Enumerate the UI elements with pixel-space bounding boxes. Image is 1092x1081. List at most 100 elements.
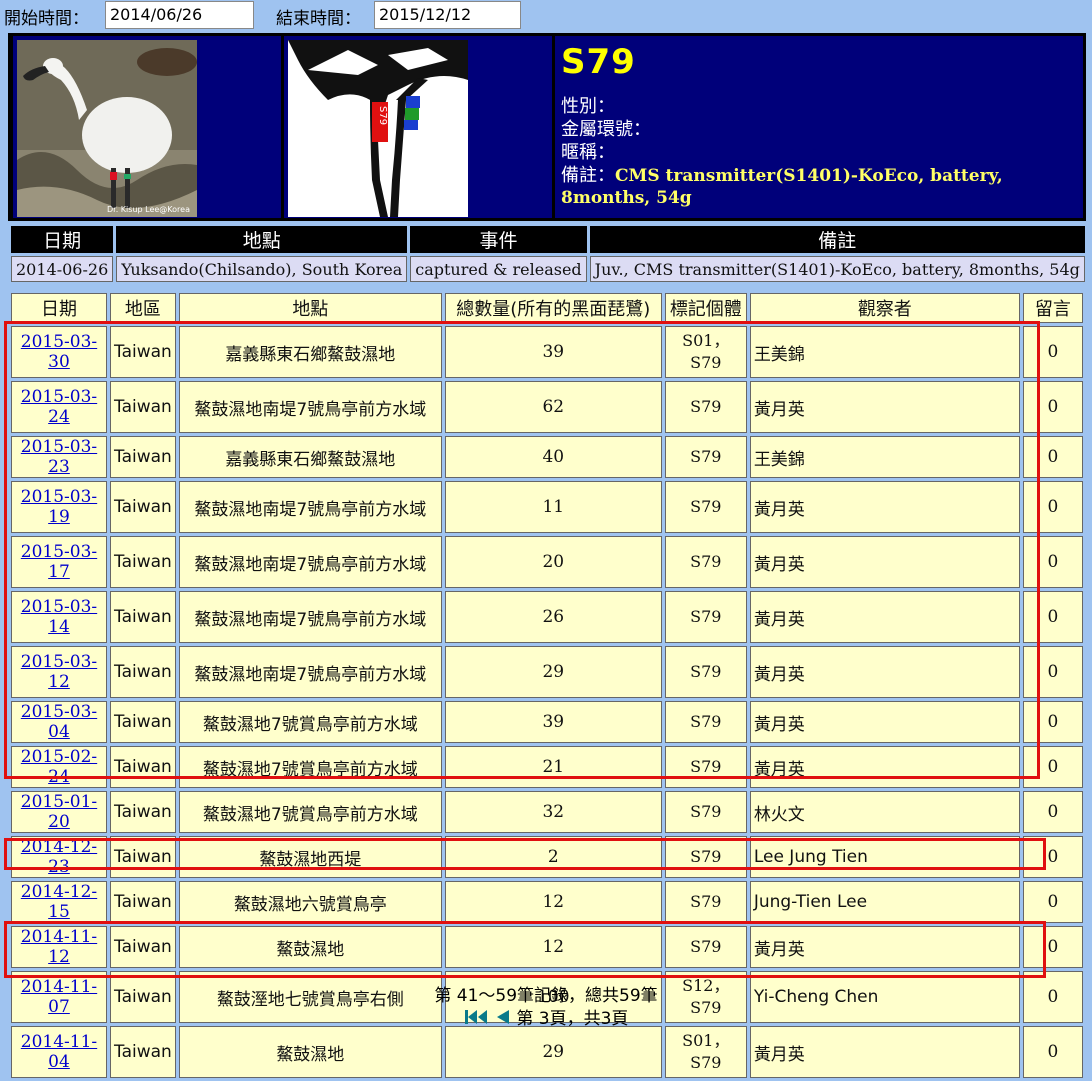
observation-comment-count: 0 [1022, 646, 1083, 698]
end-date-label: 結束時間： [276, 9, 361, 29]
header-total-count: 總數量(所有的黑面琵鷺) [444, 293, 662, 323]
observation-date-link[interactable]: 2015-03-19 [21, 487, 97, 527]
observation-observer: 黃月英 [749, 701, 1020, 743]
header-region: 地區 [110, 293, 176, 323]
observation-region: Taiwan [110, 436, 176, 478]
observation-date-link[interactable]: 2015-03-04 [21, 702, 97, 742]
observation-comment-count: 0 [1022, 436, 1083, 478]
observation-region: Taiwan [110, 701, 176, 743]
observation-marked-birds: S79 [664, 746, 747, 788]
observation-date-cell: 2014-12-23 [11, 836, 107, 878]
observation-date-link[interactable]: 2014-11-04 [21, 1032, 97, 1072]
first-page-icon[interactable] [464, 1008, 488, 1031]
observation-marked-birds: S79 [664, 701, 747, 743]
observation-row: 2015-01-20 Taiwan 鰲鼓濕地7號賞鳥亭前方水域 32 S79 林火文 0 [11, 791, 1083, 833]
observation-date-link[interactable]: 2015-03-30 [21, 332, 97, 372]
observation-comment-count: 0 [1022, 591, 1083, 643]
observation-date-link[interactable]: 2014-12-15 [21, 882, 97, 922]
note-value: CMS transmitter(S1401)-KoEco, battery, 8… [561, 166, 1003, 208]
event-header-note: 備註 [589, 226, 1085, 253]
event-header-date: 日期 [11, 226, 114, 253]
observation-location: 鰲鼓濕地南堤7號鳥亭前方水域 [178, 646, 442, 698]
observation-total-count: 39 [444, 701, 662, 743]
leg-band-diagram-image: S79 [288, 40, 468, 217]
end-date-input[interactable]: 2015/12/12 [374, 1, 521, 29]
observation-comment-count: 0 [1022, 791, 1083, 833]
observation-row: 2015-03-19 Taiwan 鰲鼓濕地南堤7號鳥亭前方水域 11 S79 黃月英 0 [11, 481, 1083, 533]
observation-region: Taiwan [110, 926, 176, 968]
observation-row: 2015-03-04 Taiwan 鰲鼓濕地7號賞鳥亭前方水域 39 S79 黃月英 0 [11, 701, 1083, 743]
observation-location: 鰲鼓濕地7號賞鳥亭前方水域 [178, 791, 442, 833]
observation-location: 鰲鼓濕地六號賞鳥亭 [178, 881, 442, 923]
observation-row: 2015-02-24 Taiwan 鰲鼓濕地7號賞鳥亭前方水域 21 S79 黃月英 0 [11, 746, 1083, 788]
observation-comment-count: 0 [1022, 481, 1083, 533]
observation-region: Taiwan [110, 1026, 176, 1078]
sex-label: 性別： [561, 96, 615, 117]
note-row: 備註：CMS transmitter(S1401)-KoEco, battery… [561, 161, 1083, 208]
spoonbill-photo-image: Dr. Kisup Lee@Korea [17, 40, 197, 217]
observation-date-link[interactable]: 2015-03-14 [21, 597, 97, 637]
observation-date-link[interactable]: 2015-02-24 [21, 747, 97, 787]
record-count-text: 第 41～59筆記錄，總共59筆 [434, 986, 658, 1006]
prev-page-icon[interactable] [493, 1008, 511, 1031]
observation-date-cell: 2015-03-14 [11, 591, 107, 643]
observation-date-cell: 2014-12-15 [11, 881, 107, 923]
observation-comment-count: 0 [1022, 1026, 1083, 1078]
observation-total-count: 11 [444, 481, 662, 533]
observation-date-link[interactable]: 2015-03-17 [21, 542, 97, 582]
observation-row: 2014-11-12 Taiwan 鰲鼓濕地 12 S79 黃月英 0 [11, 926, 1083, 968]
observation-date-cell: 2015-01-20 [11, 791, 107, 833]
bird-details-cell: S79 性別： 金屬環號： 暱稱： 備註：CMS transmitter(S14… [555, 36, 1083, 218]
observation-observer: 黃月英 [749, 926, 1020, 968]
event-header-row: 日期 地點 事件 備註 [11, 226, 1085, 253]
observation-location: 嘉義縣東石鄉鰲鼓濕地 [178, 436, 442, 478]
observation-total-count: 2 [444, 836, 662, 878]
event-row: 2014-06-26 Yuksando(Chilsando), South Ko… [11, 256, 1085, 282]
observation-region: Taiwan [110, 381, 176, 433]
date-filter-bar: 開始時間： 2014/06/26 結束時間： 2015/12/12 [0, 0, 1092, 32]
observation-location: 嘉義縣東石鄉鰲鼓濕地 [178, 326, 442, 378]
observation-marked-birds: S79 [664, 591, 747, 643]
observation-observer: 黃月英 [749, 646, 1020, 698]
pagination: 第 3頁，共3頁 [0, 1004, 1092, 1031]
observation-region: Taiwan [110, 646, 176, 698]
observation-row: 2014-12-23 Taiwan 鰲鼓濕地西堤 2 S79 Lee Jung Tien 0 [11, 836, 1083, 878]
band-diagram-cell: S79 [284, 36, 552, 218]
observation-row: 2015-03-12 Taiwan 鰲鼓濕地南堤7號鳥亭前方水域 29 S79 黃月英 0 [11, 646, 1083, 698]
observation-marked-birds: S01，S79 [664, 326, 747, 378]
event-date: 2014-06-26 [11, 256, 114, 282]
observation-date-link[interactable]: 2015-03-12 [21, 652, 97, 692]
observation-row: 2015-03-14 Taiwan 鰲鼓濕地南堤7號鳥亭前方水域 26 S79 黃月英 0 [11, 591, 1083, 643]
observation-observer: 黃月英 [749, 746, 1020, 788]
observation-date-link[interactable]: 2014-12-23 [21, 837, 97, 877]
event-header-location: 地點 [116, 226, 408, 253]
band-diagram: S79 [288, 40, 468, 217]
nickname-label: 暱稱： [561, 142, 615, 163]
observation-total-count: 29 [444, 1026, 662, 1078]
observation-marked-birds: S79 [664, 381, 747, 433]
observation-comment-count: 0 [1022, 701, 1083, 743]
observation-region: Taiwan [110, 591, 176, 643]
observation-comment-count: 0 [1022, 881, 1083, 923]
observation-total-count: 32 [444, 791, 662, 833]
header-comments: 留言 [1022, 293, 1083, 323]
observation-date-link[interactable]: 2015-01-20 [21, 792, 97, 832]
page-indicator: 第 3頁，共3頁 [516, 1009, 629, 1029]
observation-date-link[interactable]: 2015-03-24 [21, 387, 97, 427]
observation-row: 2015-03-30 Taiwan 嘉義縣東石鄉鰲鼓濕地 39 S01，S79 王美錦 0 [11, 326, 1083, 378]
observation-header-row: 日期 地區 地點 總數量(所有的黑面琵鷺) 標記個體 觀察者 留言 [11, 293, 1083, 323]
event-type: captured & released [410, 256, 587, 282]
observation-date-cell: 2015-02-24 [11, 746, 107, 788]
observation-table: 日期 地區 地點 總數量(所有的黑面琵鷺) 標記個體 觀察者 留言 2015-0… [8, 290, 1086, 1081]
observation-date-link[interactable]: 2014-11-12 [21, 927, 97, 967]
observation-total-count: 21 [444, 746, 662, 788]
observation-date-link[interactable]: 2015-03-23 [21, 437, 97, 477]
observation-location: 鰲鼓濕地 [178, 1026, 442, 1078]
observation-marked-birds: S01，S79 [664, 1026, 747, 1078]
band-id-title: S79 [561, 42, 636, 82]
observation-date-cell: 2015-03-30 [11, 326, 107, 378]
observation-observer: Lee Jung Tien [749, 836, 1020, 878]
observation-location: 鰲鼓濕地7號賞鳥亭前方水域 [178, 746, 442, 788]
start-date-input[interactable]: 2014/06/26 [105, 1, 254, 29]
observation-date-cell: 2014-11-12 [11, 926, 107, 968]
